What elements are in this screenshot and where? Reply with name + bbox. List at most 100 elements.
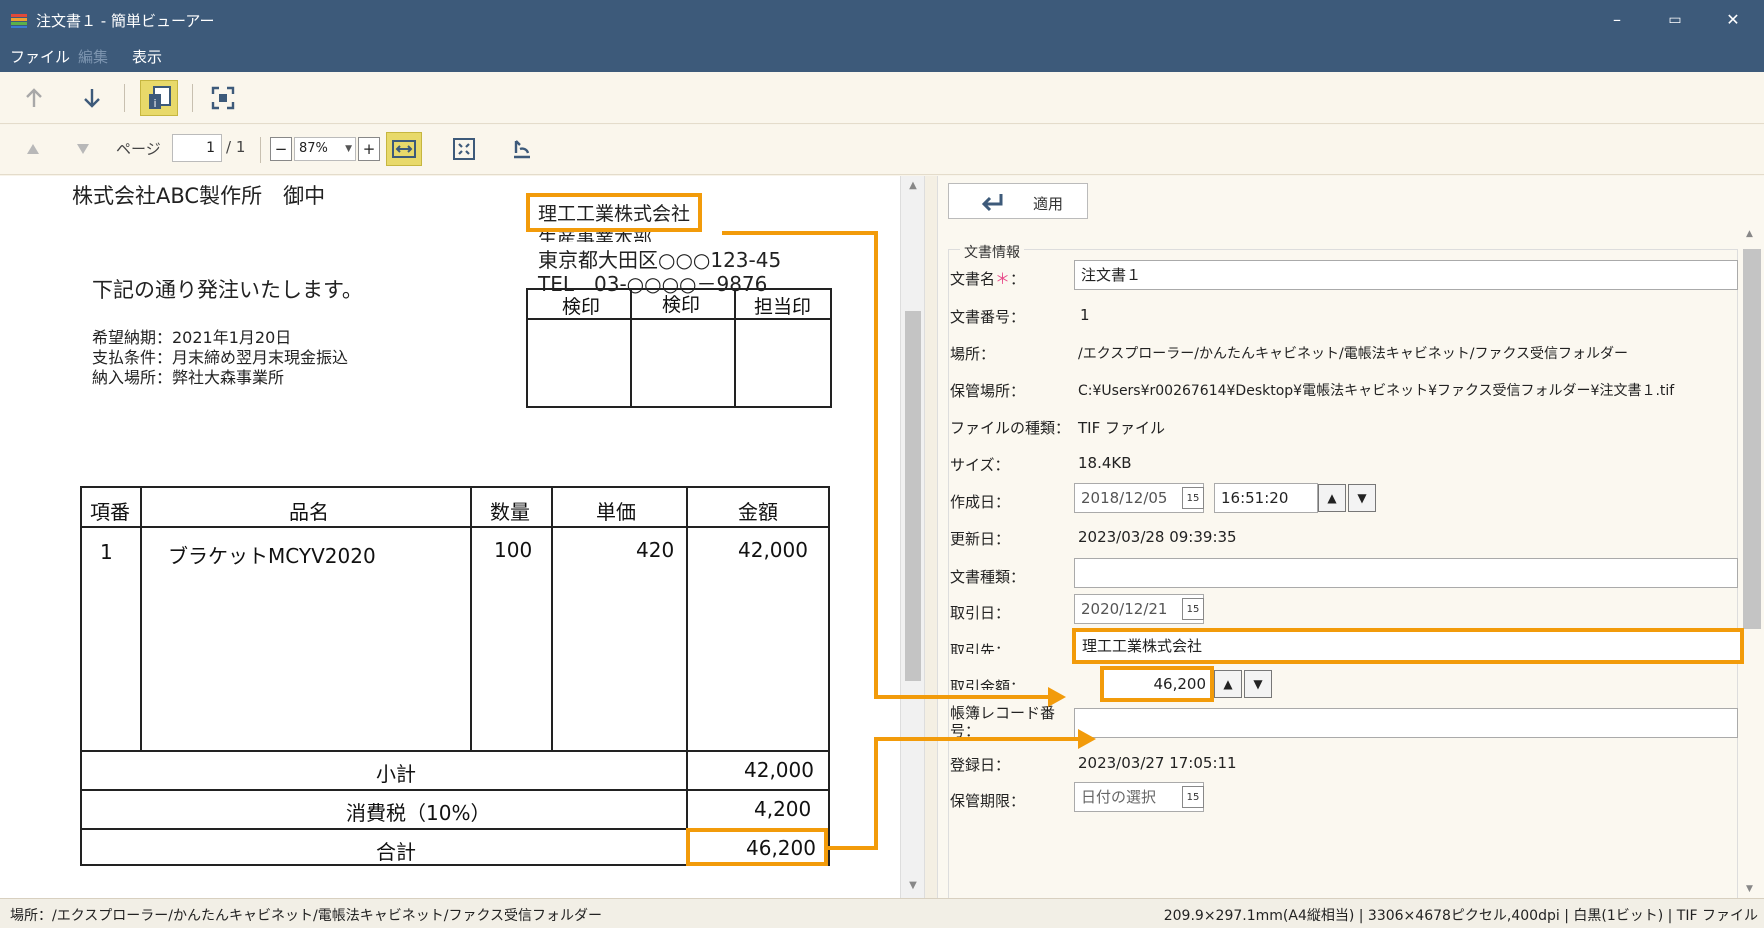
table-cell: ブラケットMCYV2020 <box>168 544 376 568</box>
table-header: 項番 <box>90 500 130 524</box>
ledger-input[interactable] <box>1074 708 1738 738</box>
doc-type-input[interactable] <box>1074 558 1738 588</box>
table-header: 金額 <box>738 500 778 524</box>
table-header: 品名 <box>289 500 329 524</box>
fit-page-icon <box>453 138 475 160</box>
calendar-icon[interactable]: 15 <box>1182 598 1204 620</box>
menu-view[interactable]: 表示 <box>132 46 162 67</box>
next-page-button[interactable] <box>72 138 94 160</box>
viewer-scrollbar[interactable]: ▲ ▼ <box>900 176 924 898</box>
page-label: ページ <box>116 140 161 158</box>
scrollbar-thumb[interactable] <box>1743 249 1761 629</box>
fullscreen-icon <box>211 86 235 110</box>
menu-edit[interactable]: 編集 <box>78 46 108 67</box>
calendar-icon[interactable]: 15 <box>1182 786 1204 808</box>
document-sender-name: 理工工業株式会社 <box>526 193 703 232</box>
rotate-button[interactable] <box>506 133 538 165</box>
table-header: 数量 <box>490 500 530 524</box>
document-info-panel: 適用 文書情報 ▲ ▼ 文書名＊： 注文書１ 文書番号： 1 場所： /エクスプ… <box>938 176 1764 909</box>
status-image-info: 209.9×297.1mm(A4縦相当) | 3306×4678ピクセル,400… <box>1163 908 1758 924</box>
retention-label: 保管期限： <box>950 792 1026 810</box>
fullscreen-button[interactable] <box>206 82 240 114</box>
scroll-down-icon[interactable]: ▼ <box>1746 884 1753 894</box>
doc-name-label: 文書名＊： <box>950 270 1026 288</box>
stamp-divider <box>734 290 736 406</box>
menu-file[interactable]: ファイル <box>10 46 70 67</box>
amount-label: 取引金額： <box>950 678 1026 690</box>
pane-splitter[interactable] <box>924 176 938 898</box>
stamp-divider <box>630 290 632 406</box>
zoom-in-button[interactable]: + <box>358 137 380 161</box>
fit-width-button[interactable] <box>386 132 422 166</box>
document-viewer[interactable]: 株式会社ABC製作所 御中 理工工業株式会社 生産事業本部 東京都大田区○○○1… <box>0 176 900 898</box>
apply-label: 適用 <box>1033 195 1064 213</box>
menu-bar: ファイル 編集 表示 <box>0 40 1764 72</box>
partner-input[interactable]: 理工工業株式会社 <box>1072 628 1744 664</box>
location-value: /エクスプローラー/かんたんキャビネット/電帳法キャビネット/ファクス受信フォル… <box>1078 346 1629 362</box>
app-icon <box>11 14 27 28</box>
registered-label: 登録日： <box>950 756 1011 774</box>
ledger-label: 帳簿レコード番号： <box>950 704 1056 740</box>
updated-value: 2023/03/28 09:39:35 <box>1078 528 1237 546</box>
trade-date-label: 取引日： <box>950 604 1011 622</box>
window-title: 注文書１ - 簡単ビューアー <box>36 12 215 30</box>
created-time-input[interactable]: 16:51:20 <box>1214 483 1318 513</box>
total-value: 46,200 <box>746 836 816 860</box>
storage-value: C:¥Users¥r00267614¥Desktop¥電帳法キャビネット¥ファク… <box>1078 383 1675 399</box>
zoom-out-button[interactable]: − <box>270 137 292 161</box>
previous-page-button[interactable] <box>22 138 44 160</box>
status-bar: 場所：/エクスプローラー/かんたんキャビネット/電帳法キャビネット/ファクス受信… <box>0 898 1764 928</box>
partner-label: 取引先： <box>950 642 1011 654</box>
rotate-icon <box>514 140 530 159</box>
minimize-button[interactable]: – <box>1594 6 1640 34</box>
table-cell: 42,000 <box>738 538 808 562</box>
scrollbar-thumb[interactable] <box>905 311 921 681</box>
scroll-up-icon[interactable]: ▲ <box>1746 229 1753 239</box>
stamp-label: 担当印 <box>754 296 812 318</box>
time-down-button[interactable]: ▼ <box>1348 484 1376 512</box>
panel-scrollbar[interactable]: ▲ ▼ <box>1740 229 1762 898</box>
table-cell: 420 <box>636 538 675 562</box>
svg-text:i: i <box>153 97 156 110</box>
fit-page-button[interactable] <box>448 133 480 165</box>
size-label: サイズ： <box>950 456 1010 474</box>
page-number-input[interactable]: 1 <box>172 134 222 162</box>
scroll-down-icon[interactable]: ▼ <box>901 880 925 891</box>
previous-document-button[interactable] <box>18 82 50 114</box>
file-type-value: TIF ファイル <box>1078 419 1165 437</box>
doc-name-input[interactable]: 注文書１ <box>1074 260 1738 290</box>
restore-button[interactable]: ▭ <box>1652 6 1698 34</box>
page-toolbar: ページ 1 / 1 − 87% ▼ + <box>0 125 1764 175</box>
amount-down-button[interactable]: ▼ <box>1244 670 1272 698</box>
toolbar-separator <box>260 137 261 163</box>
amount-up-button[interactable]: ▲ <box>1214 670 1242 698</box>
subtotal-label: 小計 <box>376 762 416 786</box>
doc-number-label: 文書番号： <box>950 308 1026 326</box>
section-title: 文書情報 <box>960 242 1024 262</box>
document-intro: 下記の通り発注いたします。 <box>92 278 363 302</box>
table-cell: 100 <box>494 538 533 562</box>
location-label: 場所： <box>950 345 996 363</box>
zoom-value: 87% <box>299 141 328 156</box>
toolbar-separator <box>124 84 125 112</box>
arrow-up-icon <box>26 88 42 107</box>
required-mark: ＊ <box>995 270 1011 288</box>
toolbar-separator <box>192 84 193 112</box>
page-number-value: 1 <box>206 140 215 156</box>
amount-input[interactable]: 46,200 <box>1100 666 1214 702</box>
apply-button[interactable]: 適用 <box>948 183 1088 219</box>
document-term: 納入場所：弊社大森事業所 <box>92 368 285 387</box>
zoom-select[interactable]: 87% ▼ <box>294 137 356 161</box>
next-document-button[interactable] <box>76 82 108 114</box>
triangle-down-icon <box>77 144 89 154</box>
total-label: 合計 <box>376 840 416 864</box>
close-button[interactable]: ✕ <box>1710 6 1756 34</box>
document-info-toggle[interactable]: i <box>140 80 178 116</box>
time-up-button[interactable]: ▲ <box>1318 484 1346 512</box>
table-header: 単価 <box>596 500 636 524</box>
calendar-icon[interactable]: 15 <box>1182 487 1204 509</box>
document-addressee: 株式会社ABC製作所 御中 <box>72 184 326 208</box>
scroll-up-icon[interactable]: ▲ <box>901 180 925 191</box>
order-table: 項番 品名 数量 単価 金額 1 ブラケットMCYV2020 100 420 4… <box>80 486 830 866</box>
document-info-icon: i <box>149 86 171 110</box>
